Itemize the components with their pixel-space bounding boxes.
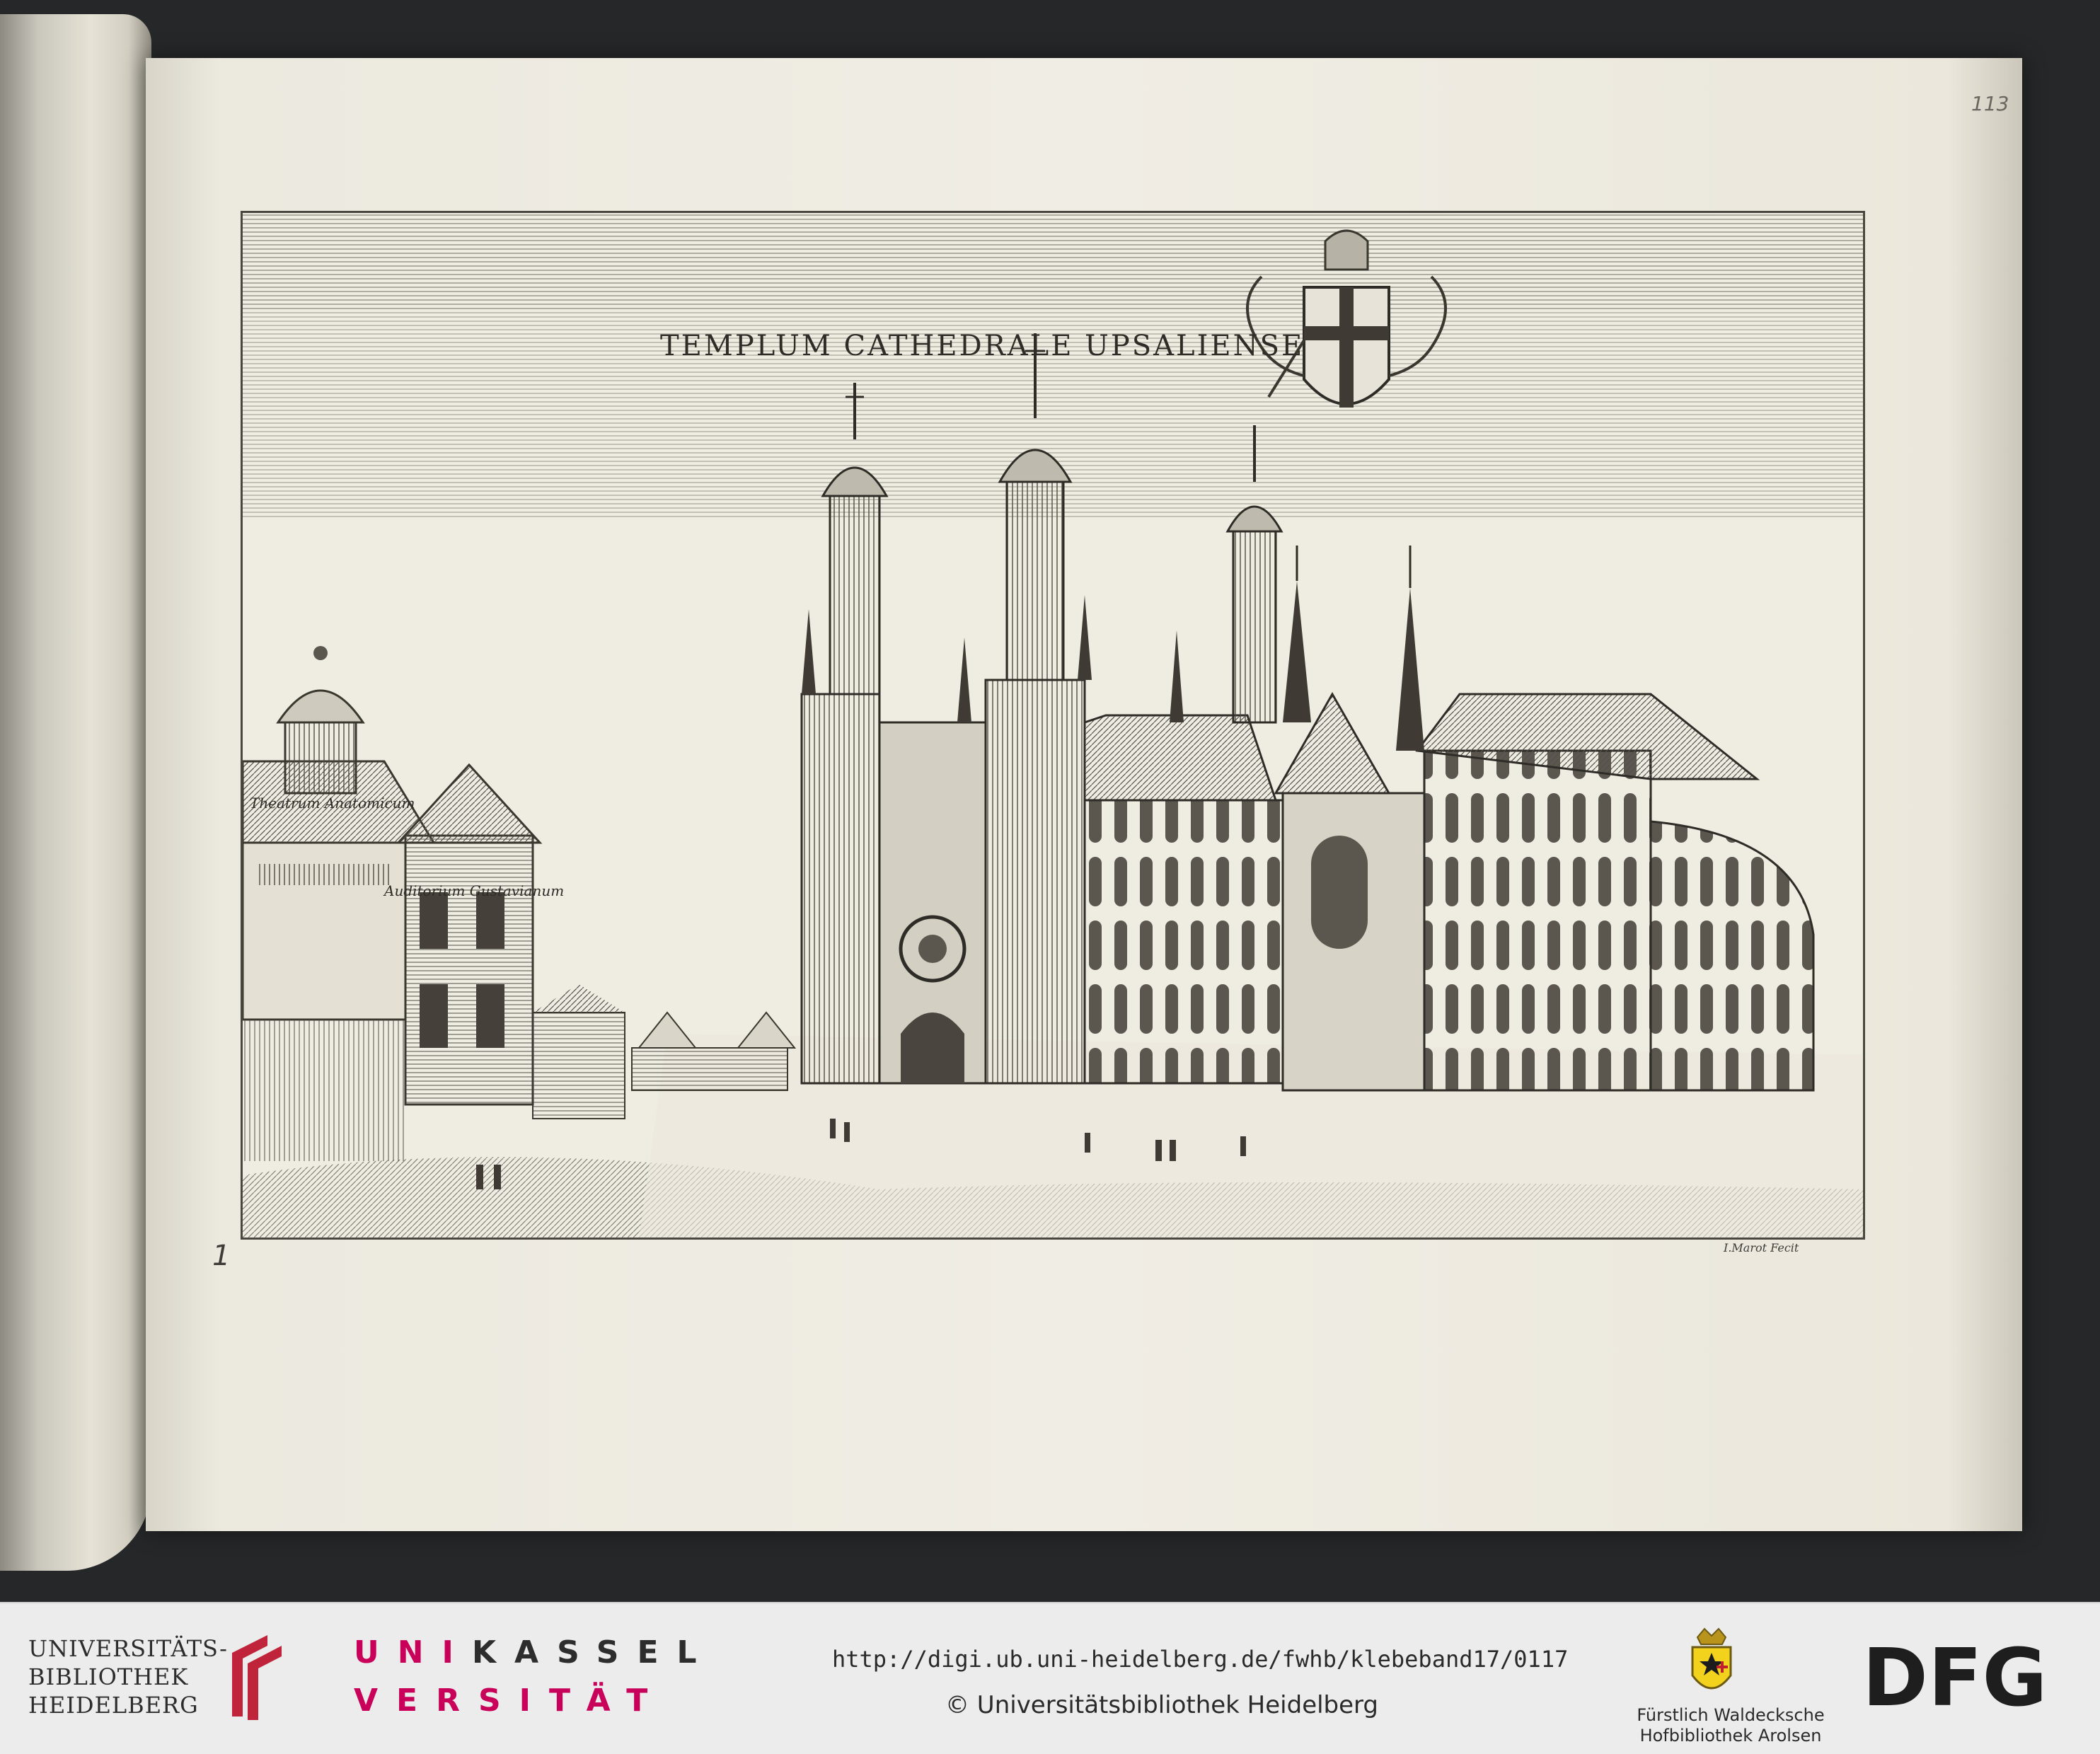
unikassel-uni: UNI [354, 1634, 472, 1671]
book-scan: 113 TEMPLUM CATHEDRALE UPSALIENSE Theatr… [0, 0, 2100, 1602]
cathedral-nave [1083, 425, 1815, 1092]
fw-line-2: Hofbibliothek Arolsen [1639, 1726, 1822, 1746]
label-theatrum-anatomicum: Theatrum Anatomicum [250, 795, 415, 812]
unikassel-kassel: KASSEL [471, 1634, 715, 1671]
ub-heidelberg-logo-icon [232, 1635, 282, 1720]
auditorium-building [243, 760, 543, 1161]
copyright-notice: © Universitätsbibliothek Heidelberg [945, 1691, 1379, 1719]
plate-title: TEMPLUM CATHEDRALE UPSALIENSE [660, 330, 1305, 362]
dfg-logo: DFG [1862, 1640, 2047, 1718]
fw-line-1: Fürstlich Waldecksche [1637, 1705, 1825, 1725]
anatomical-theatre-dome [276, 646, 365, 795]
waldeck-crest-icon [1691, 1627, 1732, 1690]
dfg-logo-text: DFG [1862, 1640, 2047, 1718]
ub-line-1: UNIVERSITÄTS- [28, 1635, 228, 1662]
cathedral-engraving [243, 213, 1863, 1237]
engraving-plate: TEMPLUM CATHEDRALE UPSALIENSE Theatrum A… [241, 211, 1865, 1240]
footer-bar: UNIVERSITÄTS- BIBLIOTHEK HEIDELBERG UNIK… [0, 1602, 2100, 1754]
ub-heidelberg-wordmark: UNIVERSITÄTS- BIBLIOTHEK HEIDELBERG [28, 1634, 228, 1719]
left-page-edge [0, 14, 151, 1571]
plate-number: 1 [212, 1240, 231, 1272]
folio-number: 113 [1971, 92, 2009, 115]
waldeck-library-text: Fürstlich Waldecksche Hofbibliothek Arol… [1617, 1705, 1844, 1746]
ub-line-3: HEIDELBERG [28, 1692, 199, 1719]
unikassel-row-1: UNIKASSEL [354, 1634, 715, 1671]
unikassel-row-2: VERSITÄT [354, 1683, 667, 1719]
source-url-link[interactable]: http://digi.ub.uni-heidelberg.de/fwhb/kl… [832, 1646, 1568, 1673]
label-auditorium-gustavianum: Auditorium Gustavianum [384, 882, 565, 899]
engraver-signature: I.Marot Fecit [1724, 1241, 1799, 1254]
ub-line-2: BIBLIOTHEK [28, 1663, 189, 1690]
